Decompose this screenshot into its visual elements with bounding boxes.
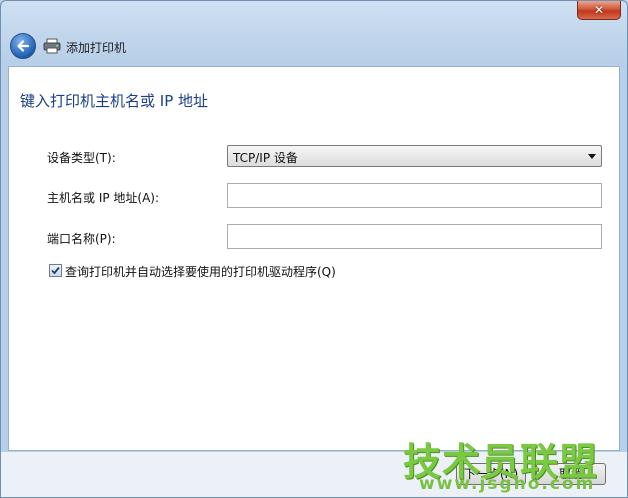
printer-icon: [43, 38, 61, 54]
back-button[interactable]: [10, 33, 36, 59]
title-bar: ✕: [1, 1, 627, 25]
port-name-input[interactable]: [227, 224, 602, 249]
device-type-value: TCP/IP 设备: [233, 151, 298, 165]
window-title: 添加打印机: [66, 41, 127, 55]
watermark-url: www.jsgho.com: [419, 474, 596, 494]
close-button[interactable]: ✕: [577, 1, 621, 20]
device-type-dropdown[interactable]: TCP/IP 设备: [227, 145, 602, 167]
device-type-label: 设备类型(T):: [47, 151, 116, 165]
dropdown-arrow-icon: [588, 154, 596, 159]
site-watermark: 技术员联盟 www.jsgho.com: [399, 431, 624, 497]
page-heading: 键入打印机主机名或 IP 地址: [20, 92, 209, 110]
hostname-label: 主机名或 IP 地址(A):: [47, 191, 160, 205]
port-name-label: 端口名称(P):: [47, 232, 116, 246]
close-icon: ✕: [593, 3, 605, 17]
wizard-page: 键入打印机主机名或 IP 地址 设备类型(T): TCP/IP 设备 主机名或 …: [8, 66, 620, 451]
navigation-bar: 添加打印机: [1, 31, 627, 63]
add-printer-window: ✕ 添加打印机 键入打印机主机名或 IP 地址 设备类型(T): TCP/IP …: [0, 0, 628, 498]
back-arrow-icon: [17, 40, 30, 52]
auto-driver-checkbox[interactable]: [49, 264, 62, 277]
hostname-input[interactable]: [227, 183, 602, 208]
auto-driver-label: 查询打印机并自动选择要使用的打印机驱动程序(Q): [65, 265, 336, 279]
checkmark-icon: [51, 266, 60, 275]
